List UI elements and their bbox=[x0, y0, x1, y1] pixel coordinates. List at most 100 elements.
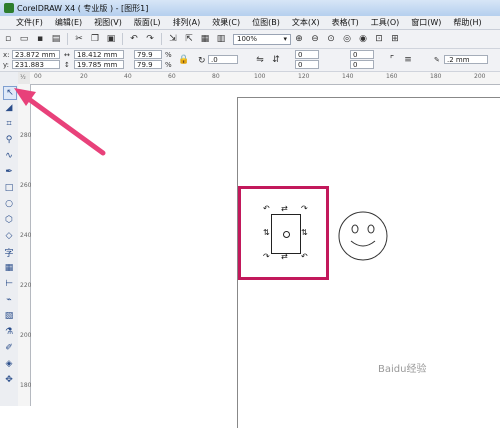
ruler-tick-label: 20 bbox=[80, 73, 88, 80]
drawing-canvas[interactable]: ↶ ⇄ ↷ ⇅ ⇅ ↷ ⇄ ↶ bbox=[31, 85, 500, 428]
menu-table[interactable]: 表格(T) bbox=[326, 17, 365, 28]
skew-handle-bottom-icon[interactable]: ⇄ bbox=[281, 253, 288, 261]
coreldraw-app-icon bbox=[4, 3, 14, 13]
copy-icon[interactable]: ❐ bbox=[89, 33, 101, 45]
vertical-ruler[interactable]: 280 260 240 220 200 180 bbox=[18, 84, 31, 406]
rotation-angle-field[interactable]: .0 bbox=[208, 55, 238, 64]
zoom-in-icon[interactable]: ⊕ bbox=[293, 33, 305, 45]
open-folder-icon[interactable]: ▭ bbox=[18, 33, 30, 45]
text-tool-icon[interactable]: 字 bbox=[3, 246, 15, 259]
horizontal-ruler[interactable]: 00 20 40 60 80 100 120 140 160 180 200 bbox=[30, 72, 500, 85]
corner-field-3[interactable]: 0 bbox=[350, 50, 374, 59]
eyedropper-tool-icon[interactable]: ⚗ bbox=[3, 326, 15, 338]
zoom-level-select[interactable]: 100% ▾ bbox=[233, 33, 291, 45]
watermark-text: Baidu经验 bbox=[378, 364, 427, 375]
zoom-out-icon[interactable]: ⊖ bbox=[309, 33, 321, 45]
cut-icon[interactable]: ✂ bbox=[73, 33, 85, 45]
basic-shapes-tool-icon[interactable]: ◇ bbox=[3, 230, 15, 242]
menu-view[interactable]: 视图(V) bbox=[88, 17, 128, 28]
scale-width-field[interactable]: 79.9 bbox=[134, 50, 162, 59]
skew-handle-right-icon[interactable]: ⇅ bbox=[301, 229, 308, 237]
outline-tool-icon[interactable]: ✐ bbox=[3, 342, 15, 354]
height-field[interactable]: 19.785 mm bbox=[74, 60, 124, 69]
rotate-handle-top-right-icon[interactable]: ↷ bbox=[301, 205, 308, 213]
ruler-unit-label: ½ bbox=[20, 74, 26, 81]
ellipse-tool-icon[interactable]: ○ bbox=[3, 198, 15, 210]
menu-tools[interactable]: 工具(O) bbox=[365, 17, 406, 28]
parallel-dimension-tool-icon[interactable]: ⊢ bbox=[3, 278, 15, 290]
window-title: CorelDRAW X4 ( 专业版 ) - [图形1] bbox=[17, 3, 149, 13]
y-position-field[interactable]: 231.883 mm bbox=[12, 60, 60, 78]
blend-tool-icon[interactable]: ▧ bbox=[3, 310, 15, 322]
x-position-field[interactable]: 23.872 mm bbox=[12, 50, 60, 59]
rotate-handle-bottom-left-icon[interactable]: ↷ bbox=[263, 253, 270, 261]
zoom-tool-icon[interactable]: ⚲ bbox=[3, 134, 15, 146]
zoom-all-icon[interactable]: ◎ bbox=[341, 33, 353, 45]
print-icon[interactable]: ▤ bbox=[50, 33, 62, 45]
menu-effects[interactable]: 效果(C) bbox=[206, 17, 246, 28]
smart-fill-tool-icon[interactable]: ✒ bbox=[3, 166, 15, 178]
redo-icon[interactable]: ↷ bbox=[144, 33, 156, 45]
width-icon: ↔ bbox=[64, 51, 70, 59]
lock-ratio-icon[interactable]: 🔒 bbox=[178, 54, 190, 66]
round-corner-icon[interactable]: ⌜ bbox=[386, 54, 398, 66]
save-icon[interactable]: ▪ bbox=[34, 33, 46, 45]
ruler-tick-label: 100 bbox=[254, 73, 266, 80]
zoom-page-icon[interactable]: ◉ bbox=[357, 33, 369, 45]
ruler-tick-label: 180 bbox=[430, 73, 442, 80]
welcome-screen-icon[interactable]: ▥ bbox=[215, 33, 227, 45]
mirror-horizontal-icon[interactable]: ⇋ bbox=[254, 54, 266, 66]
zoom-selected-icon[interactable]: ⊙ bbox=[325, 33, 337, 45]
skew-handle-top-icon[interactable]: ⇄ bbox=[281, 205, 288, 213]
rotation-center-icon[interactable] bbox=[283, 231, 290, 238]
wrap-text-icon[interactable]: ≡ bbox=[402, 54, 414, 66]
rotation-icon: ↻ bbox=[198, 56, 206, 66]
zoom-level-value: 100% bbox=[237, 35, 258, 43]
menu-bitmaps[interactable]: 位图(B) bbox=[246, 17, 286, 28]
smiley-face-drawing[interactable] bbox=[336, 209, 390, 263]
table-tool-icon[interactable]: ▦ bbox=[3, 262, 15, 274]
application-launcher-icon[interactable]: ▦ bbox=[199, 33, 211, 45]
menu-window[interactable]: 窗口(W) bbox=[405, 17, 447, 28]
zoom-width-icon[interactable]: ⊡ bbox=[373, 33, 385, 45]
scale-height-field[interactable]: 79.9 bbox=[134, 60, 162, 69]
interactive-fill-tool-icon[interactable]: ✥ bbox=[3, 374, 15, 386]
skew-handle-left-icon[interactable]: ⇅ bbox=[263, 229, 270, 237]
freehand-tool-icon[interactable]: ∿ bbox=[3, 150, 15, 162]
outline-width-field[interactable]: .2 mm bbox=[444, 55, 488, 64]
polygon-tool-icon[interactable]: ⬡ bbox=[3, 214, 15, 226]
zoom-height-icon[interactable]: ⊞ bbox=[389, 33, 401, 45]
corner-field-2[interactable]: 0 bbox=[295, 60, 319, 69]
ruler-tick-label: 140 bbox=[342, 73, 354, 80]
rotate-handle-top-left-icon[interactable]: ↶ bbox=[263, 205, 270, 213]
crop-tool-icon[interactable]: ⌗ bbox=[3, 118, 15, 130]
fill-tool-icon[interactable]: ◈ bbox=[3, 358, 15, 370]
menu-edit[interactable]: 编辑(E) bbox=[49, 17, 88, 28]
height-icon: ↕ bbox=[64, 61, 70, 69]
corner-field-4[interactable]: 0 bbox=[350, 60, 374, 69]
separator bbox=[161, 33, 162, 45]
undo-icon[interactable]: ↶ bbox=[128, 33, 140, 45]
menu-text[interactable]: 文本(X) bbox=[286, 17, 326, 28]
pick-tool-icon[interactable]: ↖ bbox=[3, 86, 17, 100]
outline-pen-icon: ✎ bbox=[434, 56, 440, 64]
import-icon[interactable]: ⇲ bbox=[167, 33, 179, 45]
width-field[interactable]: 18.412 mm bbox=[74, 50, 124, 59]
ruler-tick-label: 160 bbox=[386, 73, 398, 80]
menu-file[interactable]: 文件(F) bbox=[10, 17, 49, 28]
ruler-tick-label: 260 bbox=[20, 182, 32, 189]
menu-help[interactable]: 帮助(H) bbox=[447, 17, 487, 28]
export-icon[interactable]: ⇱ bbox=[183, 33, 195, 45]
connector-tool-icon[interactable]: ⌁ bbox=[3, 294, 15, 306]
new-document-icon[interactable]: ▫ bbox=[2, 33, 14, 45]
rectangle-tool-icon[interactable]: □ bbox=[3, 182, 15, 194]
rotate-handle-bottom-right-icon[interactable]: ↶ bbox=[301, 253, 308, 261]
paste-icon[interactable]: ▣ bbox=[105, 33, 117, 45]
corner-field-1[interactable]: 0 bbox=[295, 50, 319, 59]
mirror-vertical-icon[interactable]: ⇵ bbox=[270, 54, 282, 66]
separator bbox=[122, 33, 123, 45]
menu-layout[interactable]: 版面(L) bbox=[128, 17, 167, 28]
shape-tool-icon[interactable]: ◢ bbox=[3, 102, 15, 114]
ruler-tick-label: 180 bbox=[20, 382, 32, 389]
menu-arrange[interactable]: 排列(A) bbox=[167, 17, 207, 28]
